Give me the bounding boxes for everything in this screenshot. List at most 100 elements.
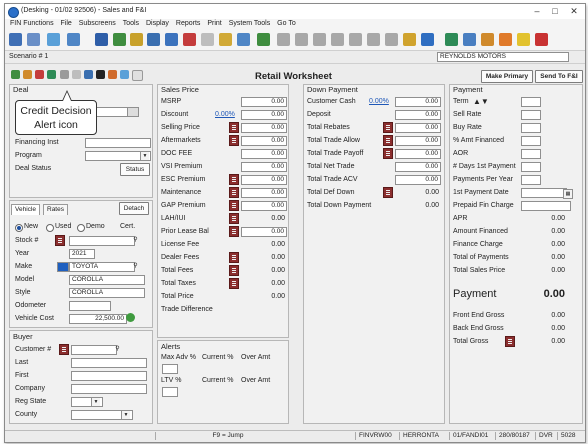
trade-payoff-detail-icon[interactable]: [383, 148, 393, 159]
menu-tools[interactable]: Tools: [123, 20, 139, 27]
make-checkbox[interactable]: [57, 262, 69, 272]
customer-lookup-icon[interactable]: [59, 344, 69, 355]
total-taxes-detail-icon[interactable]: [229, 278, 239, 289]
flag-icon[interactable]: [84, 70, 93, 79]
make-field[interactable]: TOYOTA: [69, 262, 135, 272]
notepad-icon[interactable]: [403, 33, 416, 46]
menu-reports[interactable]: Reports: [176, 20, 201, 27]
calendar-icon[interactable]: [481, 33, 494, 46]
blank-icon[interactable]: [201, 33, 214, 46]
chevron-down-icon[interactable]: ▼: [91, 398, 100, 406]
triangle-down-icon[interactable]: [96, 70, 105, 79]
maintenance-field[interactable]: 0.00: [241, 188, 287, 198]
total-trade-acv-field[interactable]: 0.00: [395, 175, 441, 185]
circle-icon[interactable]: [132, 70, 143, 81]
lock-icon[interactable]: [219, 33, 232, 46]
radio-new[interactable]: [15, 224, 23, 232]
pin-icon[interactable]: [47, 70, 56, 79]
prepaid-fin-charge-field[interactable]: [521, 201, 571, 211]
lah-iui-detail-icon[interactable]: [229, 213, 239, 224]
send-to-fi-button[interactable]: Send To F&I: [535, 70, 583, 83]
maximize-button[interactable]: □: [547, 6, 563, 17]
tool-icon-6[interactable]: [367, 33, 380, 46]
crm-icon[interactable]: [421, 33, 434, 46]
menu-system-tools[interactable]: System Tools: [229, 20, 271, 27]
maintenance-detail-icon[interactable]: [229, 187, 239, 198]
vehicle-cost-field[interactable]: 22,500.00: [69, 314, 127, 324]
prior-lease-detail-icon[interactable]: [229, 226, 239, 237]
sell-rate-field[interactable]: [521, 110, 541, 120]
total-trade-payoff-field[interactable]: 0.00: [395, 149, 441, 159]
doc-fee-field[interactable]: 0.00: [241, 149, 287, 159]
model-field[interactable]: COROLLA: [69, 275, 145, 285]
stock-field[interactable]: [69, 236, 135, 246]
total-trade-allow-field[interactable]: 0.00: [395, 136, 441, 146]
chevron-down-icon[interactable]: ▼: [140, 152, 149, 160]
tab-vehicle[interactable]: Vehicle: [11, 204, 40, 215]
def-down-detail-icon[interactable]: [383, 187, 393, 198]
tool-icon-7[interactable]: [385, 33, 398, 46]
refresh-icon[interactable]: [120, 70, 129, 79]
customer-field[interactable]: [71, 345, 117, 355]
prior-lease-bal-field[interactable]: 0.00: [241, 227, 287, 237]
forward-icon[interactable]: [47, 33, 60, 46]
tool-icon-4[interactable]: [331, 33, 344, 46]
style-field[interactable]: COROLLA: [69, 288, 145, 298]
tool-icon-1[interactable]: [277, 33, 290, 46]
first-name-field[interactable]: [71, 371, 147, 381]
stock-lookup-icon[interactable]: [55, 235, 65, 246]
last-name-field[interactable]: [71, 358, 147, 368]
dealer-fees-detail-icon[interactable]: [229, 252, 239, 263]
vsi-premium-field[interactable]: 0.00: [241, 162, 287, 172]
msrp-field[interactable]: 0.00: [241, 97, 287, 107]
menu-go-to[interactable]: Go To: [277, 20, 296, 27]
total-net-trade-field[interactable]: 0.00: [395, 162, 441, 172]
buy-rate-field[interactable]: [521, 123, 541, 133]
status-button[interactable]: Status: [120, 163, 150, 176]
print-icon[interactable]: [237, 33, 250, 46]
trade-allow-detail-icon[interactable]: [383, 135, 393, 146]
tool-icon-3[interactable]: [313, 33, 326, 46]
network-icon[interactable]: [445, 33, 458, 46]
gap-premium-field[interactable]: 0.00: [241, 201, 287, 211]
money-icon[interactable]: [130, 33, 143, 46]
ltv-field[interactable]: [162, 387, 178, 397]
green-flag-icon[interactable]: [11, 70, 20, 79]
menu-subscreens[interactable]: Subscreens: [79, 20, 116, 27]
selling-price-field[interactable]: 0.00: [241, 123, 287, 133]
document-small-icon[interactable]: [72, 70, 81, 79]
total-rebates-field[interactable]: 0.00: [395, 123, 441, 133]
recalculate-icon[interactable]: [126, 313, 135, 322]
days-first-payment-field[interactable]: [521, 162, 541, 172]
company-field[interactable]: [71, 384, 147, 394]
total-gross-detail-icon[interactable]: [505, 336, 515, 347]
term-field[interactable]: [521, 97, 541, 107]
credit-decision-alert-icon[interactable]: [35, 70, 44, 79]
save-icon[interactable]: [95, 33, 108, 46]
radio-demo[interactable]: [77, 224, 85, 232]
minimize-button[interactable]: –: [529, 6, 545, 17]
make-primary-button[interactable]: Make Primary: [481, 70, 533, 83]
grid-icon[interactable]: [147, 33, 160, 46]
mail-icon[interactable]: [517, 33, 530, 46]
calendar-icon[interactable]: ▦: [563, 189, 573, 199]
discount-field[interactable]: 0.00: [241, 110, 287, 120]
spreadsheet-icon[interactable]: [257, 33, 270, 46]
settings-icon[interactable]: [499, 33, 512, 46]
gap-premium-detail-icon[interactable]: [229, 200, 239, 211]
max-adv-field[interactable]: [162, 364, 178, 374]
detach-button[interactable]: Detach: [119, 202, 149, 215]
discount-percent-link[interactable]: 0.00%: [215, 111, 235, 118]
menu-fin-functions[interactable]: FIN Functions: [10, 20, 54, 27]
search-icon[interactable]: ⚲: [114, 346, 121, 353]
year-field[interactable]: 2021: [69, 249, 95, 259]
term-sort-icon[interactable]: ▲▼: [473, 97, 489, 106]
deal-calendar-button[interactable]: [127, 107, 139, 117]
dealer-field[interactable]: REYNOLDS MOTORS: [437, 52, 569, 62]
back-icon[interactable]: [27, 33, 40, 46]
customer-cash-percent-link[interactable]: 0.00%: [369, 98, 389, 105]
tool-icon-5[interactable]: [349, 33, 362, 46]
financing-inst-field[interactable]: [85, 138, 151, 148]
total-fees-detail-icon[interactable]: [229, 265, 239, 276]
odometer-field[interactable]: [69, 301, 111, 311]
